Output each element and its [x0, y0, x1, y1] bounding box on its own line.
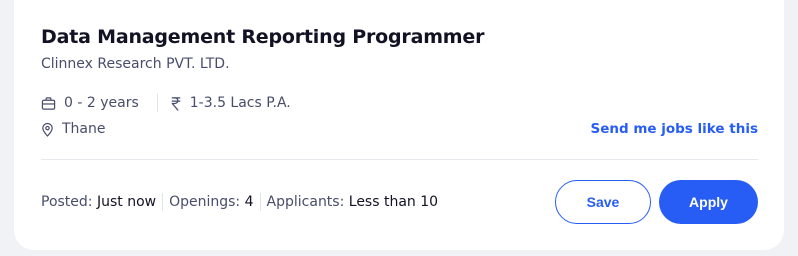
openings-value: 4 — [244, 194, 254, 210]
openings-label: Openings: — [169, 194, 241, 210]
job-meta-row: 0 - 2 years 1-3.5 Lacs P.A. — [41, 94, 291, 112]
posted-value: Just now — [96, 194, 157, 210]
apply-button[interactable]: Apply — [659, 180, 758, 224]
location-row: Thane — [41, 121, 106, 137]
company-name[interactable]: Clinnex Research PVT. LTD. — [41, 56, 230, 72]
send-similar-jobs-link[interactable]: Send me jobs like this — [590, 121, 758, 137]
applicants-value: Less than 10 — [348, 194, 439, 210]
experience-text: 0 - 2 years — [64, 95, 139, 111]
job-stats: Posted: Just now Openings: 4 Applicants:… — [41, 193, 438, 211]
rupee-icon — [170, 96, 182, 111]
location-pin-icon — [41, 122, 54, 137]
location-text[interactable]: Thane — [62, 121, 106, 137]
stat-divider — [259, 193, 261, 211]
meta-divider — [156, 94, 158, 112]
save-button[interactable]: Save — [555, 180, 651, 224]
stat-divider — [162, 193, 164, 211]
location-info: Thane — [41, 121, 106, 137]
applicants-stat: Applicants: Less than 10 — [267, 194, 439, 210]
openings-stat: Openings: 4 — [169, 194, 253, 210]
posted-stat: Posted: Just now — [41, 194, 156, 210]
salary-info: 1-3.5 Lacs P.A. — [170, 95, 291, 111]
experience-info: 0 - 2 years — [41, 95, 139, 111]
salary-text: 1-3.5 Lacs P.A. — [189, 95, 291, 111]
briefcase-icon — [41, 96, 56, 111]
posted-label: Posted: — [41, 194, 93, 210]
applicants-label: Applicants: — [266, 194, 345, 210]
job-title[interactable]: Data Management Reporting Programmer — [41, 26, 484, 48]
card-divider — [41, 159, 758, 160]
job-card: Data Management Reporting Programmer Cli… — [14, 0, 784, 250]
